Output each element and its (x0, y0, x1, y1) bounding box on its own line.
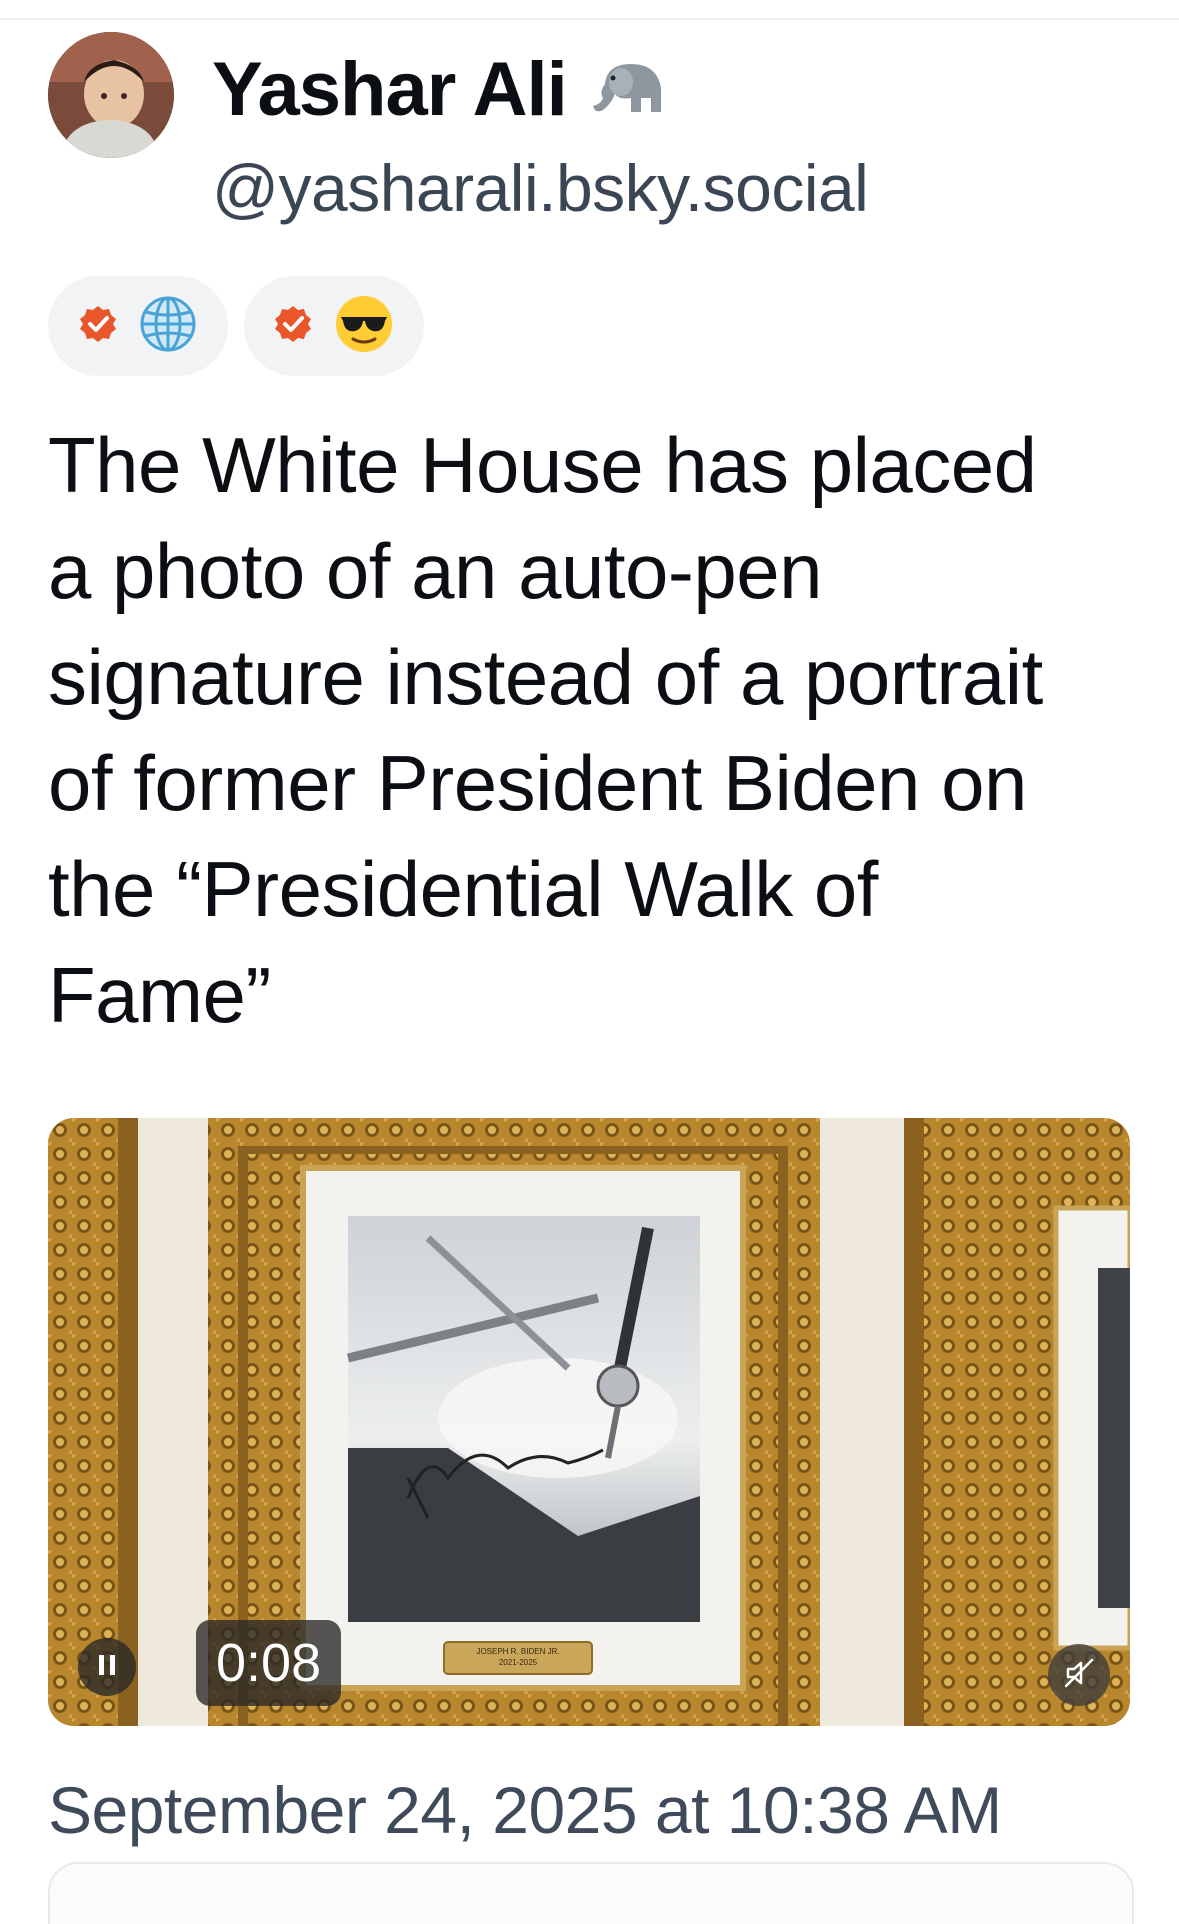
verified-check-icon (78, 304, 118, 349)
author-avatar[interactable] (48, 32, 174, 158)
pause-button[interactable] (78, 1638, 136, 1696)
avatar-image (48, 32, 174, 158)
author-display-name[interactable]: Yashar Ali (212, 46, 568, 133)
video-plaque: JOSEPH R. BIDEN JR. 2021-2025 (476, 1647, 560, 1667)
name-row: Yashar Ali (212, 44, 673, 134)
next-section-card (48, 1862, 1134, 1924)
post-timestamp: September 24, 2025 at 10:38 AM (48, 1773, 1002, 1847)
post-text: The White House has placed a photo of an… (48, 421, 1043, 1039)
video-player[interactable]: JOSEPH R. BIDEN JR. 2021-2025 0:08 (48, 1118, 1130, 1726)
post-header: Yashar Ali @yasharali.bsky.social (48, 32, 1148, 232)
video-elapsed-time: 0:08 (196, 1620, 342, 1706)
sunglasses-face-icon (333, 293, 395, 360)
speaker-muted-icon (1062, 1656, 1096, 1695)
author-handle[interactable]: @yasharali.bsky.social (212, 150, 869, 226)
verification-badges (48, 276, 424, 376)
elephant-emoji-icon (585, 54, 673, 124)
verified-check-icon (273, 304, 313, 349)
pause-icon (96, 1653, 118, 1682)
globe-icon (138, 294, 198, 359)
mute-button[interactable] (1048, 1644, 1110, 1706)
badge-pill-sunglasses[interactable] (244, 276, 424, 376)
top-divider (0, 18, 1179, 20)
badge-pill-globe[interactable] (48, 276, 228, 376)
